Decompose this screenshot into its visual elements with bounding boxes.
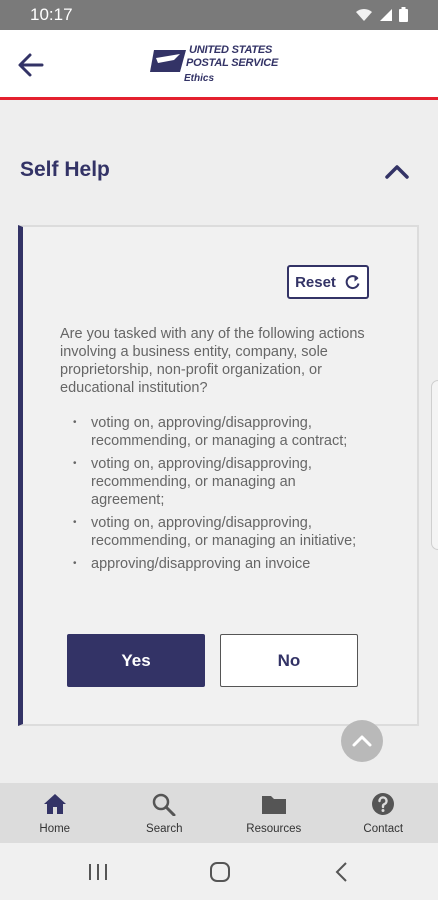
bottom-nav: Home Search Resources Contact: [0, 783, 438, 843]
yes-button[interactable]: Yes: [67, 634, 205, 687]
status-icons: [355, 7, 408, 22]
arrow-left-icon: [18, 53, 44, 77]
status-bar: 10:17: [0, 0, 438, 30]
nav-item-search[interactable]: Search: [110, 783, 220, 843]
help-icon: [372, 793, 395, 815]
search-icon: [153, 793, 176, 816]
nav-label: Search: [146, 823, 183, 835]
list-item: • voting on, approving/disapproving, reco…: [73, 456, 312, 508]
eagle-logo-icon: [150, 50, 186, 72]
usps-logo: UNITED STATES POSTAL SERVICE Ethics: [150, 42, 300, 90]
nav-item-resources[interactable]: Resources: [219, 783, 329, 843]
chevron-up-icon: [385, 165, 409, 179]
chevron-left-icon: [335, 862, 347, 882]
system-nav-bar: [0, 843, 438, 900]
list-item: • voting on, approving/disapproving, reco…: [73, 415, 348, 449]
home-system-button[interactable]: [208, 861, 232, 883]
logo-subtitle: Ethics: [184, 73, 215, 84]
list-item: • voting on, approving/disapproving, reco…: [73, 515, 357, 549]
nav-label: Home: [39, 823, 71, 835]
nav-item-home[interactable]: Home: [0, 783, 110, 843]
no-button[interactable]: No: [220, 634, 358, 687]
status-time: 10:17: [30, 5, 73, 24]
back-button[interactable]: [14, 48, 48, 82]
edge-panel-handle[interactable]: [431, 380, 438, 550]
section-title: Self Help: [20, 158, 110, 181]
nav-item-contact[interactable]: Contact: [329, 783, 438, 843]
recent-apps-button[interactable]: [86, 861, 110, 883]
system-back-button[interactable]: [331, 861, 355, 883]
self-help-card: Reset Are you tasked with any of the fol…: [18, 225, 419, 726]
reset-button[interactable]: Reset: [287, 265, 369, 299]
collapse-button[interactable]: [382, 158, 412, 186]
home-icon: [43, 794, 66, 814]
battery-icon: [399, 7, 408, 22]
question-text: Are you tasked with any of the following…: [60, 326, 365, 396]
app-header: UNITED STATES POSTAL SERVICE Ethics: [0, 30, 438, 100]
wifi-icon: [356, 8, 372, 21]
chevron-up-icon: [352, 735, 372, 747]
scroll-to-top-button[interactable]: [341, 720, 383, 762]
logo-line1: UNITED STATES: [189, 44, 273, 56]
nav-label: Resources: [246, 823, 302, 835]
list-item: • approving/disapproving an invoice: [73, 556, 311, 572]
recents-icon: [89, 864, 107, 880]
options-list: • voting on, approving/disapproving, reco…: [71, 414, 371, 578]
folder-icon: [261, 796, 286, 814]
home-square-icon: [210, 862, 230, 882]
logo-line2: POSTAL SERVICE: [186, 57, 279, 69]
signal-icon: [380, 8, 392, 21]
refresh-icon: [345, 274, 360, 289]
nav-label: Contact: [363, 823, 404, 835]
reset-label: Reset: [295, 273, 336, 291]
